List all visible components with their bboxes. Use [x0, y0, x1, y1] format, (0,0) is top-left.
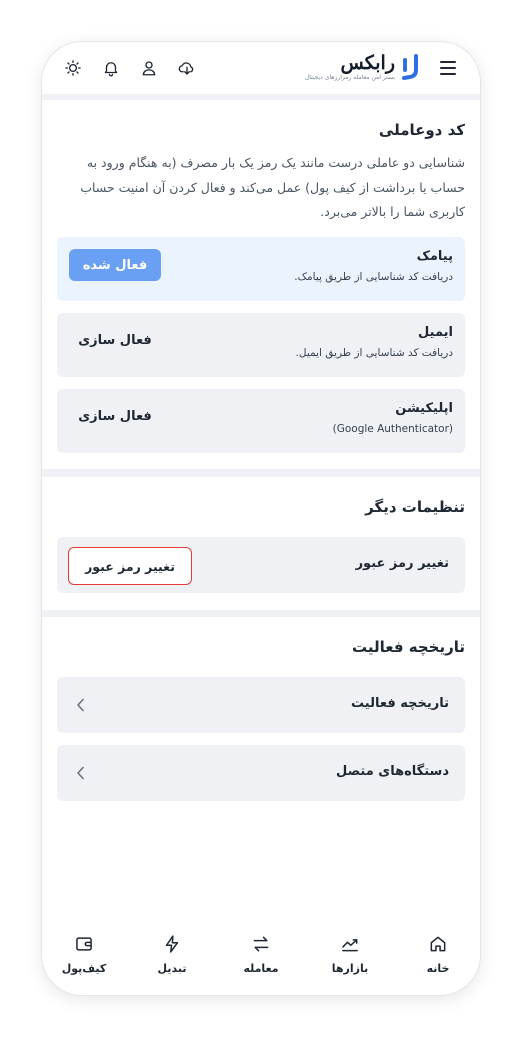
phone-frame: رابکس بستر امن معامله رمزارزهای دیجیتال … [42, 42, 480, 995]
app-method-card: اپلیکیشن (Google Authenticator) فعال ساز… [57, 389, 465, 453]
nav-convert-label: تبدیل [157, 962, 187, 975]
activity-history-label: تاریخچه فعالیت [351, 696, 449, 711]
other-settings-section: تنظیمات دیگر تغییر رمز عبور تغییر رمز عب… [42, 477, 480, 610]
logo-subtitle: بستر امن معامله رمزارزهای دیجیتال [304, 74, 395, 81]
activity-title: تاریخچه فعالیت [351, 638, 465, 656]
email-method-subtitle: دریافت کد شناسایی از طریق ایمیل. [295, 347, 453, 359]
activity-history-item[interactable]: تاریخچه فعالیت [57, 677, 465, 733]
home-icon [430, 936, 446, 952]
chart-trend-icon [342, 939, 358, 952]
sms-activated-button[interactable]: فعال شده [69, 249, 161, 281]
bell-icon[interactable] [100, 57, 122, 79]
app-method-title: اپلیکیشن [395, 401, 453, 416]
change-password-button[interactable]: تغییر رمز عبور [68, 547, 192, 585]
sms-method-subtitle: دریافت کد شناسایی از طریق پیامک. [294, 271, 453, 283]
activity-section: تاریخچه فعالیت تاریخچه فعالیت دستگاه‌های… [42, 617, 480, 921]
two-factor-description: شناسایی دو عاملی درست مانند یک رمز یک با… [80, 155, 465, 219]
connected-devices-item[interactable]: دستگاه‌های متصل [57, 745, 465, 801]
top-header: رابکس بستر امن معامله رمزارزهای دیجیتال [42, 42, 480, 94]
email-method-title: ایمیل [418, 325, 453, 340]
app-activate-button[interactable]: فعال سازی [69, 401, 161, 431]
app-method-subtitle: (Google Authenticator) [332, 423, 453, 435]
nav-wallet[interactable]: کیف‌پول [54, 931, 114, 981]
chevron-left-icon [77, 698, 84, 712]
wallet-icon [76, 937, 92, 951]
logo-text: رابکس [340, 52, 395, 74]
sms-method-title: پیامک [416, 249, 453, 264]
nav-trade-label: معامله [243, 962, 279, 975]
connected-devices-label: دستگاه‌های متصل [336, 764, 449, 779]
swap-arrows-icon [253, 936, 269, 952]
hamburger-menu-icon[interactable] [438, 57, 460, 79]
two-factor-section: کد دوعاملی شناسایی دو عاملی درست مانند ی… [42, 100, 480, 469]
cloud-download-icon[interactable] [176, 57, 198, 79]
nav-trade[interactable]: معامله [231, 931, 291, 981]
two-factor-title: کد دوعاملی [378, 121, 465, 139]
nav-home[interactable]: خانه [408, 931, 468, 981]
nav-convert[interactable]: تبدیل [142, 931, 202, 981]
lightning-icon [165, 935, 179, 953]
email-activate-button[interactable]: فعال سازی [69, 325, 161, 355]
nav-markets-label: بازارها [331, 962, 369, 975]
rabex-logo[interactable]: رابکس بستر امن معامله رمزارزهای دیجیتال [305, 52, 422, 84]
email-method-card: ایمیل دریافت کد شناسایی از طریق ایمیل. ف… [57, 313, 465, 377]
nav-home-label: خانه [426, 962, 450, 975]
nav-wallet-label: کیف‌پول [61, 962, 107, 975]
change-password-card: تغییر رمز عبور تغییر رمز عبور [57, 537, 465, 593]
chevron-left-icon [77, 766, 84, 780]
logo-mark-icon [402, 54, 418, 80]
other-settings-title: تنظیمات دیگر [365, 498, 465, 516]
theme-icon[interactable] [62, 57, 84, 79]
bottom-navigation: کیف‌پول تبدیل معامله بازارها [42, 921, 480, 995]
user-icon[interactable] [138, 57, 160, 79]
sms-method-card: پیامک دریافت کد شناسایی از طریق پیامک. ف… [57, 237, 465, 301]
change-password-label: تغییر رمز عبور [355, 556, 449, 571]
nav-markets[interactable]: بازارها [320, 931, 380, 981]
